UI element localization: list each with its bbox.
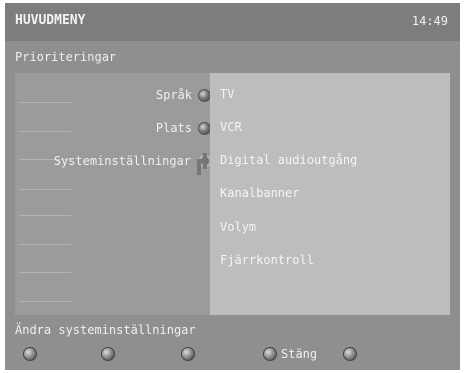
submenu-item-digital-audio[interactable]: Digital audioutgång: [220, 153, 357, 167]
yellow-button[interactable]: [181, 345, 199, 363]
green-button[interactable]: [101, 345, 119, 363]
section-title: Prioriteringar: [15, 50, 117, 64]
menu-item-label: Systeminställningar: [53, 154, 191, 168]
color-key-icon: [263, 347, 277, 361]
menu-title: HUVUDMENY: [15, 13, 86, 28]
divider: [19, 244, 71, 245]
submenu-item-fjarrkontroll[interactable]: Fjärrkontroll: [220, 253, 314, 267]
menu-item-label: Plats: [155, 121, 192, 135]
divider: [19, 215, 71, 216]
clock: 14:49: [411, 14, 448, 28]
tv-menu-screen: HUVUDMENY 14:49 Prioriteringar Språk Pla…: [5, 3, 460, 370]
color-key-icon: [343, 347, 357, 361]
close-button[interactable]: Stäng: [263, 345, 317, 363]
left-menu-panel: Språk Plats Systeminställningar: [15, 73, 217, 315]
menu-item-plats[interactable]: Plats: [156, 118, 217, 138]
menu-item-sprak[interactable]: Språk: [156, 85, 217, 105]
submenu-panel: TV VCR Digital audioutgång Kanalbanner V…: [210, 73, 450, 315]
color-key-icon: [181, 347, 195, 361]
menu-item-systeminstallningar[interactable]: Systeminställningar: [54, 151, 217, 171]
header-bar: HUVUDMENY 14:49: [5, 3, 460, 41]
red-button[interactable]: [23, 345, 41, 363]
button-label: Stäng: [281, 347, 318, 361]
submenu-item-tv[interactable]: TV: [220, 87, 234, 101]
submenu-item-kanalbanner[interactable]: Kanalbanner: [220, 186, 299, 200]
status-text: Ändra systeminställningar: [15, 323, 196, 337]
divider: [19, 102, 71, 103]
menu-item-label: Språk: [155, 88, 192, 102]
submenu-item-vcr[interactable]: VCR: [220, 120, 242, 134]
divider: [19, 272, 71, 273]
color-key-icon: [23, 347, 37, 361]
blue-button[interactable]: [343, 345, 361, 363]
submenu-item-volym[interactable]: Volym: [220, 220, 256, 234]
divider: [19, 131, 71, 132]
divider: [19, 301, 71, 302]
color-key-icon: [101, 347, 115, 361]
divider: [19, 189, 71, 190]
